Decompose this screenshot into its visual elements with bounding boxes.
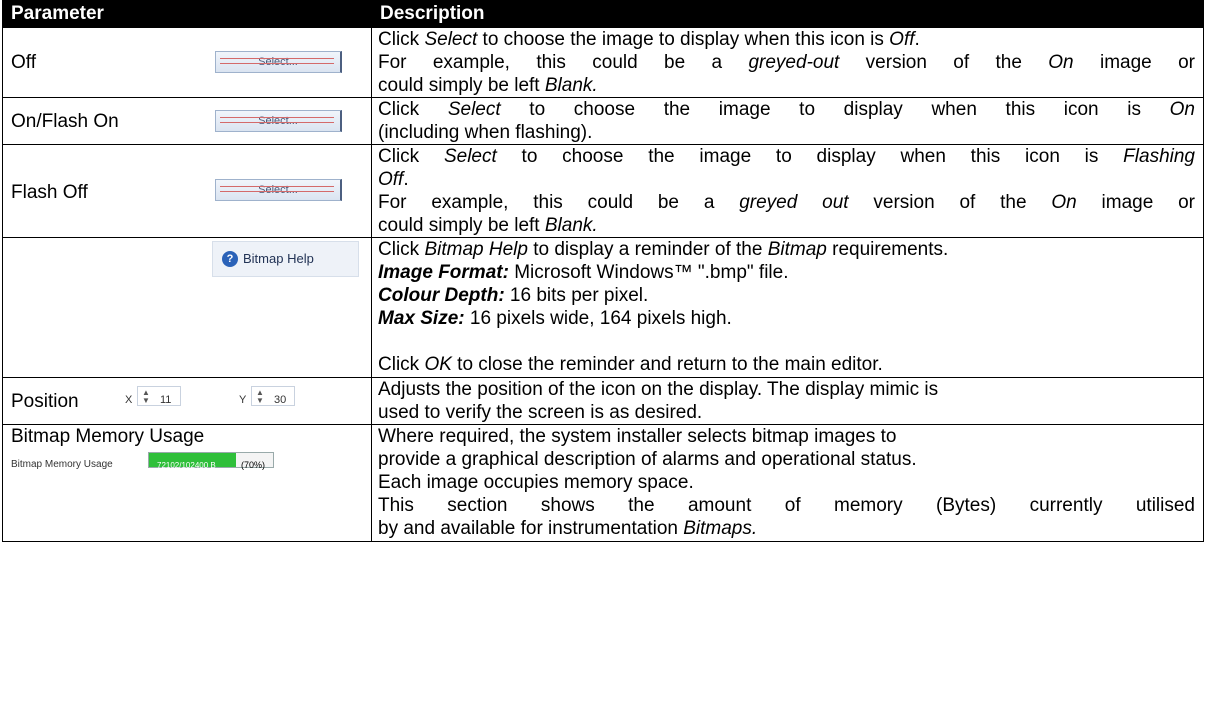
select-flashoff-button[interactable]: Select... [215,179,342,201]
parameter-table: Parameter Description Off Select... Clic… [2,0,1204,542]
desc-line: by and available for instrumentation Bit… [378,518,758,539]
desc-line: For example, this could be a greyed-out … [378,52,1196,73]
desc-line: Adjusts the position of the icon on the … [378,379,939,400]
desc-cell-flashoff: Click Select to choose the image to disp… [371,144,1204,238]
table-row: Off Select... Click Select to choose the… [2,27,1204,98]
strike-line [220,191,334,192]
desc-line: Click Bitmap Help to display a reminder … [378,239,949,260]
desc-line: could simply be left Blank. [378,75,598,96]
param-label-off: Off [11,52,36,73]
memory-bar-text: 72102/102400 B [157,461,216,470]
x-spinner[interactable]: ▲ ▼ 11 [137,386,181,406]
desc-line: (including when flashing). [378,122,593,143]
strike-line [220,186,334,187]
strike-line [220,58,334,59]
param-cell-on: On/Flash On Select... [2,97,372,145]
y-value: 30 [274,394,287,406]
bitmap-help-button[interactable]: ? Bitmap Help [212,241,359,277]
y-label: Y [239,394,247,406]
desc-cell-off: Click Select to choose the image to disp… [371,27,1204,98]
bitmap-help-label: Bitmap Help [243,251,314,266]
memory-widget-label: Bitmap Memory Usage [11,459,113,470]
memory-percent: (70%) [241,460,266,470]
strike-line [220,63,334,64]
x-label: X [125,394,133,406]
table-row: Flash Off Select... Click Select to choo… [2,144,1204,238]
desc-cell-bmhelp: Click Bitmap Help to display a reminder … [371,237,1204,378]
desc-line: Click Select to choose the image to disp… [378,146,1195,167]
desc-line: used to verify the screen is as desired. [378,402,703,423]
desc-line: Each image occupies memory space. [378,472,694,493]
param-cell-memory: Bitmap Memory Usage Bitmap Memory Usage … [2,424,372,542]
param-cell-bmhelp: ? Bitmap Help [2,237,372,378]
table-row: Position X ▲ ▼ 11 Y ▲ ▼ 30 Adjusts the p… [2,377,1204,425]
desc-line: For example, this could be a greyed out … [378,192,1196,213]
select-off-button[interactable]: Select... [215,51,342,73]
param-cell-flashoff: Flash Off Select... [2,144,372,238]
table-row: Bitmap Memory Usage Bitmap Memory Usage … [2,424,1204,542]
memory-progress-bar: 72102/102400 B (70%) [148,452,274,470]
desc-cell-memory: Where required, the system installer sel… [371,424,1204,542]
spin-down-icon[interactable]: ▼ [256,397,264,405]
strike-line [220,117,334,118]
header-description: Description [371,0,1204,28]
y-spinner[interactable]: ▲ ▼ 30 [251,386,295,406]
select-on-button[interactable]: Select... [215,110,342,132]
table-row: ? Bitmap Help Click Bitmap Help to displ… [2,237,1204,378]
param-cell-off: Off Select... [2,27,372,98]
desc-line: Where required, the system installer sel… [378,426,897,447]
param-label-memory: Bitmap Memory Usage [11,426,205,447]
param-label-position: Position [11,391,79,412]
desc-line: Image Format: Microsoft Windows™ ".bmp" … [378,262,789,283]
desc-line: Max Size: 16 pixels wide, 164 pixels hig… [378,308,732,329]
spin-down-icon[interactable]: ▼ [142,397,150,405]
desc-line: Click Select to choose the image to disp… [378,99,1195,120]
header-parameter: Parameter [2,0,372,28]
param-label-on: On/Flash On [11,111,119,132]
desc-cell-position: Adjusts the position of the icon on the … [371,377,1204,425]
help-icon: ? [222,251,238,267]
desc-cell-on: Click Select to choose the image to disp… [371,97,1204,145]
desc-line: provide a graphical description of alarm… [378,449,917,470]
desc-line: Click Select to choose the image to disp… [378,29,920,50]
strike-line [220,122,334,123]
param-label-flashoff: Flash Off [11,182,88,203]
x-value: 11 [160,394,172,406]
desc-line: Click OK to close the reminder and retur… [378,354,883,375]
param-cell-position: Position X ▲ ▼ 11 Y ▲ ▼ 30 [2,377,372,425]
desc-line: Colour Depth: 16 bits per pixel. [378,285,649,306]
table-header-row: Parameter Description [2,0,1204,28]
desc-line: could simply be left Blank. [378,215,598,236]
desc-line: This section shows the amount of memory … [378,495,1195,516]
table-row: On/Flash On Select... Click Select to ch… [2,97,1204,145]
desc-line: Off. [378,169,409,190]
